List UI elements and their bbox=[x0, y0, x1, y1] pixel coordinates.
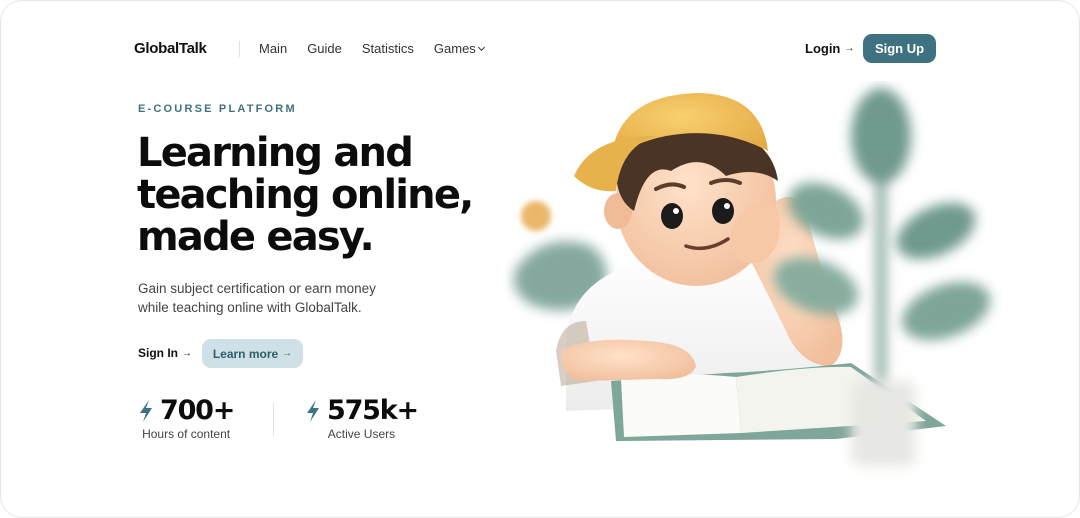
boy-eye bbox=[661, 203, 683, 229]
signin-link[interactable]: Sign In → bbox=[138, 346, 192, 360]
stat-value: 575k+ bbox=[327, 395, 419, 426]
chevron-down-icon bbox=[477, 43, 485, 51]
arrow-right-icon: → bbox=[182, 347, 192, 359]
stat-divider bbox=[273, 403, 274, 436]
subtext-line: while teaching online with GlobalTalk. bbox=[138, 300, 362, 315]
subtext-line: Gain subject certification or earn money bbox=[138, 281, 376, 296]
stat-label: Hours of content bbox=[142, 427, 231, 441]
nav-item-main[interactable]: Main bbox=[259, 41, 287, 56]
hero-eyebrow: E-COURSE PLATFORM bbox=[138, 103, 297, 115]
arrow-right-icon: → bbox=[282, 348, 293, 359]
login-label: Login bbox=[805, 41, 841, 56]
lightning-bolt-icon bbox=[140, 400, 152, 422]
stat-label: Active Users bbox=[327, 427, 396, 441]
learn-more-label: Learn more bbox=[212, 346, 279, 361]
nav-item-games[interactable]: Games bbox=[433, 41, 485, 56]
signin-label: Sign In bbox=[138, 346, 178, 360]
nav-links: Main Guide Statistics Games bbox=[259, 41, 504, 56]
stat-value: 700+ bbox=[160, 395, 235, 426]
stat-users: 575k+ Active Users bbox=[305, 395, 419, 441]
blurred-ball bbox=[521, 201, 551, 231]
brand-logo[interactable]: GlobalTalk bbox=[134, 40, 207, 57]
nav-item-guide[interactable]: Guide bbox=[307, 41, 342, 56]
learn-more-button[interactable]: Learn more → bbox=[202, 339, 303, 368]
boy-eye bbox=[712, 198, 734, 224]
eye-highlight bbox=[724, 203, 730, 209]
page-frame: GlobalTalk Main Guide Statistics Games L… bbox=[0, 0, 1080, 518]
stat-hours: 700+ Hours of content bbox=[138, 395, 235, 441]
signup-button[interactable]: Sign Up bbox=[863, 34, 936, 63]
nav-item-statistics-label: Statistics bbox=[361, 41, 414, 56]
nav-item-main-label: Main bbox=[259, 41, 288, 56]
boy-reading-illustration bbox=[513, 88, 991, 466]
lightning-bolt-icon bbox=[307, 400, 319, 422]
headline-line: made easy. bbox=[137, 214, 375, 260]
hero-headline: Learning and teaching online, made easy. bbox=[137, 132, 517, 258]
login-link[interactable]: Login → bbox=[805, 41, 854, 56]
nav-item-statistics[interactable]: Statistics bbox=[362, 41, 414, 56]
arrow-right-icon: → bbox=[844, 43, 855, 54]
nav-item-games-label: Games bbox=[433, 41, 476, 56]
headline-line: Learning and bbox=[137, 130, 414, 176]
headline-line: teaching online, bbox=[137, 172, 474, 218]
hero-subtext: Gain subject certification or earn money… bbox=[138, 279, 418, 317]
nav-divider bbox=[239, 41, 240, 57]
eye-highlight bbox=[673, 208, 679, 214]
book-left-page bbox=[621, 374, 741, 437]
nav-item-guide-label: Guide bbox=[307, 41, 342, 56]
